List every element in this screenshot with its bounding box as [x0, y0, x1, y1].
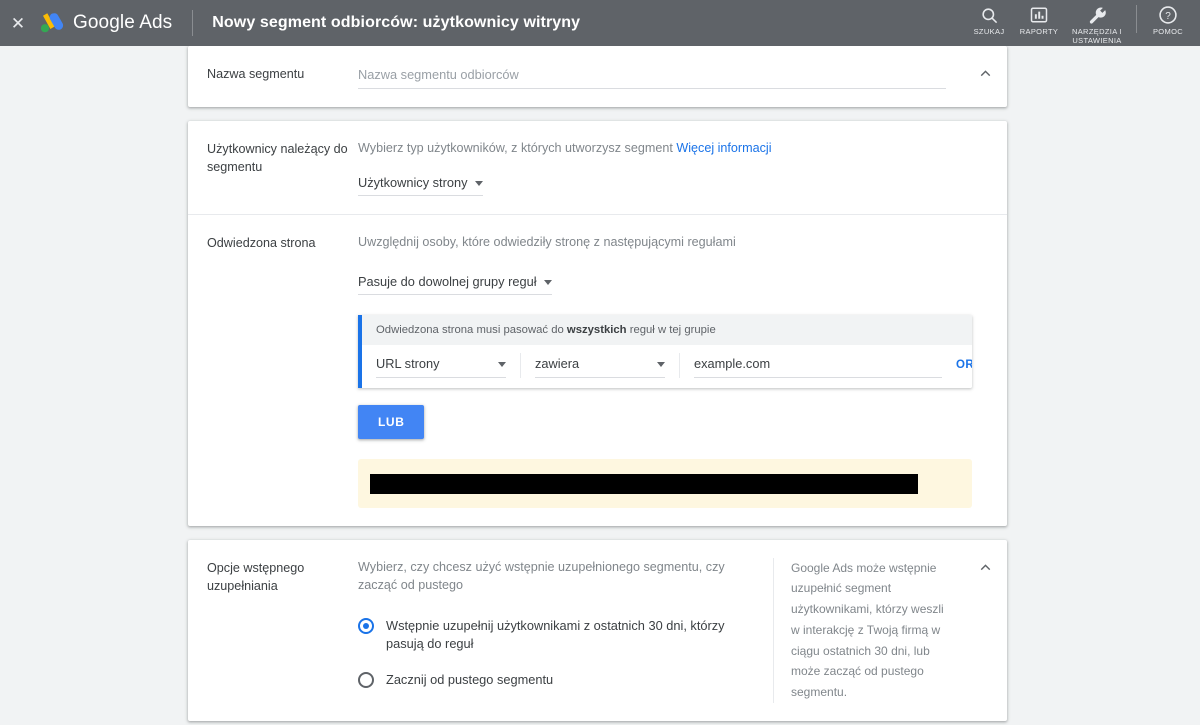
- add-and-condition-link[interactable]: ORAZ: [956, 359, 972, 371]
- add-or-group-button[interactable]: LUB: [358, 404, 425, 439]
- rule-operator-value: zawiera: [535, 355, 580, 371]
- question-circle-icon: ?: [1158, 4, 1178, 26]
- svg-text:?: ?: [1165, 11, 1171, 22]
- help-label: POMOC: [1152, 27, 1184, 36]
- collapse-prefill-button[interactable]: [963, 558, 1007, 703]
- search-icon: [980, 4, 999, 26]
- rule-group-header: Odwiedzona strona musi pasować do wszyst…: [362, 314, 972, 345]
- google-ads-logo-icon: [38, 11, 64, 35]
- collapse-visited-page-spacer: [980, 233, 1024, 507]
- prefill-option-populate[interactable]: Wstępnie uzupełnij użytkownikami z ostat…: [358, 617, 765, 653]
- chevron-down-icon: [498, 361, 506, 367]
- close-icon: ✕: [10, 13, 26, 33]
- rule-field-select[interactable]: URL strony: [376, 353, 506, 378]
- rule-group-header-suffix: reguł w tej grupie: [626, 323, 716, 336]
- help-button[interactable]: ? POMOC: [1143, 0, 1193, 36]
- visited-page-label: Odwiedzona strona: [207, 236, 316, 251]
- card-prefill-options: Opcje wstępnego uzupełniania Wybierz, cz…: [188, 539, 1007, 721]
- user-type-select-value: Użytkownicy strony: [358, 175, 468, 191]
- visited-page-hint: Uwzględnij osoby, które odwiedziły stron…: [358, 235, 736, 250]
- rule-value-cell: [679, 352, 956, 378]
- search-button[interactable]: SZUKAJ: [964, 0, 1014, 36]
- top-bar-actions: SZUKAJ RAPORTY NARZĘDZIA I USTAWIENIA ? …: [964, 0, 1200, 46]
- section-membership-users: Użytkownicy należący do segmentu Wybierz…: [188, 121, 1007, 214]
- card-segment-name: Nazwa segmentu: [188, 46, 1007, 107]
- chevron-down-icon: [474, 181, 483, 187]
- user-type-select[interactable]: Użytkownicy strony: [358, 173, 483, 197]
- section-visited-page: Odwiedzona strona Uwzględnij osoby, któr…: [188, 214, 1007, 525]
- segment-name-input[interactable]: [358, 65, 946, 89]
- rule-operator-select[interactable]: zawiera: [535, 353, 665, 378]
- rule-field-value: URL strony: [376, 355, 440, 371]
- rule-group-header-prefix: Odwiedzona strona musi pasować do: [376, 323, 567, 336]
- actions-divider: [1136, 5, 1137, 33]
- radio-selected-icon: [358, 618, 374, 634]
- membership-users-body: Wybierz typ użytkowników, z których utwo…: [358, 139, 963, 197]
- chevron-down-icon: [657, 361, 665, 367]
- warning-banner: [358, 458, 972, 508]
- rule-group: Odwiedzona strona musi pasować do wszyst…: [358, 314, 972, 388]
- reports-button[interactable]: RAPORTY: [1014, 0, 1064, 36]
- prefill-body: Wybierz, czy chcesz użyć wstępnie uzupeł…: [358, 558, 773, 703]
- membership-users-hint: Wybierz typ użytkowników, z których utwo…: [358, 139, 955, 157]
- visited-page-body: Uwzględnij osoby, które odwiedziły stron…: [358, 233, 980, 508]
- segment-name-body: [358, 64, 963, 89]
- card-segment-rules: Użytkownicy należący do segmentu Wybierz…: [188, 121, 1007, 526]
- rule-row: URL strony zawiera example.com O: [362, 344, 972, 388]
- collapse-membership-users-spacer: [963, 139, 1007, 196]
- prefill-option-empty[interactable]: Zacznij od pustego segmentu: [358, 671, 765, 689]
- segment-name-label: Nazwa segmentu: [207, 67, 305, 81]
- rule-match-type-value: Pasuje do dowolnej grupy reguł: [358, 273, 537, 289]
- prefill-option-populate-label: Wstępnie uzupełnij użytkownikami z ostat…: [386, 618, 725, 652]
- collapse-segment-name-button[interactable]: [963, 64, 1007, 89]
- prefill-aside-text: Google Ads może wstępnie uzupełnić segme…: [773, 557, 963, 703]
- prefill-option-empty-label: Zacznij od pustego segmentu: [386, 672, 554, 688]
- rule-match-type-select[interactable]: Pasuje do dowolnej grupy reguł: [358, 272, 552, 295]
- rule-field-cell: URL strony: [362, 353, 520, 378]
- chevron-down-icon: [543, 279, 552, 285]
- wrench-icon: [1088, 4, 1107, 26]
- reports-label: RAPORTY: [1019, 27, 1059, 36]
- header-divider: [192, 10, 194, 36]
- page-title: Nowy segment odbiorców: użytkownicy witr…: [212, 14, 581, 31]
- brand-name: Google Ads: [73, 12, 173, 33]
- membership-users-hint-text: Wybierz typ użytkowników, z których utwo…: [358, 141, 673, 155]
- chevron-up-icon: [977, 559, 994, 576]
- close-button[interactable]: ✕: [0, 0, 36, 46]
- tools-label: NARZĘDZIA I USTAWIENIA: [1071, 27, 1123, 46]
- rule-value-input[interactable]: [694, 352, 942, 378]
- section-segment-name: Nazwa segmentu: [188, 46, 1007, 107]
- more-info-link[interactable]: Więcej informacji: [676, 141, 771, 155]
- rule-operator-cell: zawiera: [520, 352, 679, 378]
- app-top-bar: ✕ Google Ads Nowy segment odbiorców: uży…: [0, 0, 1200, 46]
- chevron-up-icon: [977, 65, 994, 82]
- form-cards: Nazwa segmentu Użytkownicy należący do s…: [188, 46, 1007, 725]
- rule-group-header-bold: wszystkich: [566, 323, 627, 336]
- bar-chart-icon: [1030, 4, 1048, 26]
- search-label: SZUKAJ: [973, 27, 1005, 36]
- page-scroll-area[interactable]: Nazwa segmentu Użytkownicy należący do s…: [0, 46, 1200, 725]
- section-prefill: Opcje wstępnego uzupełniania Wybierz, cz…: [188, 540, 1007, 721]
- brand-logo[interactable]: Google Ads: [38, 11, 172, 35]
- membership-users-label: Użytkownicy należący do segmentu: [207, 142, 348, 175]
- prefill-label: Opcje wstępnego uzupełniania: [207, 560, 305, 593]
- redaction-bar: [370, 473, 918, 494]
- prefill-hint: Wybierz, czy chcesz użyć wstępnie uzupeł…: [358, 559, 725, 592]
- radio-unselected-icon: [358, 672, 374, 689]
- tools-and-settings-button[interactable]: NARZĘDZIA I USTAWIENIA: [1064, 0, 1130, 46]
